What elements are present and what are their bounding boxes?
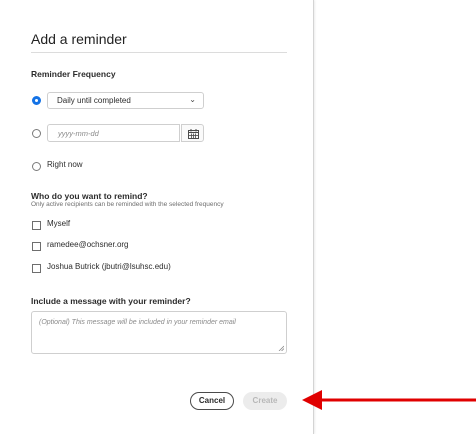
cancel-button[interactable]: Cancel [190, 392, 234, 410]
recipients-note: Only active recipients can be reminded w… [31, 201, 224, 208]
radio-daily[interactable] [32, 96, 41, 105]
message-placeholder: (Optional) This message will be included… [39, 319, 236, 326]
dialog-title: Add a reminder [31, 31, 127, 47]
checkbox-myself[interactable] [32, 221, 41, 230]
calendar-button[interactable] [181, 124, 204, 142]
message-textarea[interactable]: (Optional) This message will be included… [31, 311, 287, 354]
create-button[interactable]: Create [243, 392, 287, 410]
date-input[interactable]: yyyy-mm-dd [47, 124, 180, 142]
title-divider [31, 52, 287, 53]
recipient-label-myself: Myself [47, 219, 71, 228]
resize-grip-icon[interactable] [278, 345, 284, 351]
recipients-section-label: Who do you want to remind? [31, 191, 148, 201]
calendar-icon [188, 129, 199, 139]
checkbox-joshua-butrick[interactable] [32, 264, 41, 273]
chevron-down-icon: ⌄ [189, 95, 196, 104]
radio-right-now[interactable] [32, 162, 41, 171]
add-reminder-dialog: Add a reminder Reminder Frequency Daily … [0, 0, 314, 434]
message-section-label: Include a message with your reminder? [31, 296, 191, 306]
frequency-section-label: Reminder Frequency [31, 69, 116, 79]
frequency-select-value: Daily until completed [57, 96, 131, 105]
checkbox-ramedee[interactable] [32, 242, 41, 251]
right-now-label: Right now [47, 160, 83, 169]
recipient-label-joshua-butrick: Joshua Butrick (jbutri@lsuhsc.edu) [47, 262, 171, 271]
frequency-select[interactable]: Daily until completed ⌄ [47, 92, 204, 109]
annotation-arrow-icon [302, 390, 476, 410]
radio-date[interactable] [32, 129, 41, 138]
recipient-label-ramedee: ramedee@ochsner.org [47, 240, 129, 249]
